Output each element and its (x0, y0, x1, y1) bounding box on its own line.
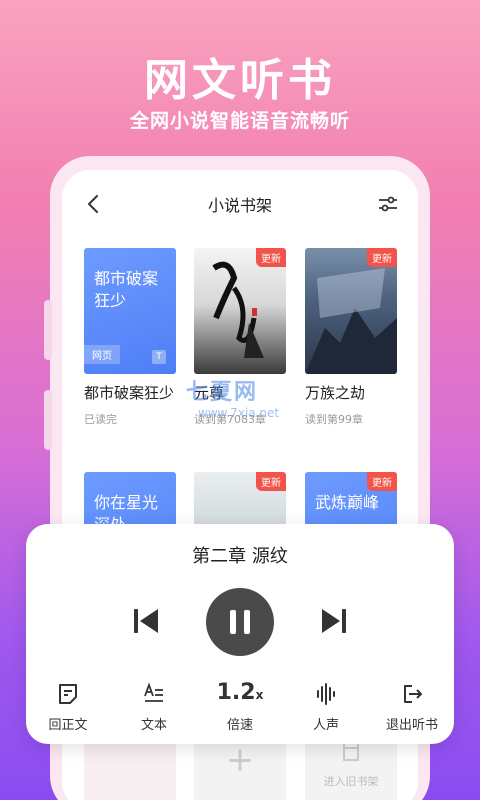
hero-title: 网文听书 (144, 55, 336, 106)
chapter-title: 第二章 源纹 (192, 546, 288, 567)
watermark-url: www.7xia.net (198, 406, 280, 420)
back-to-text-button[interactable]: 回正文 (32, 680, 104, 733)
old-shelf-label: 进入旧书架 (323, 775, 379, 788)
cover-title: 都市破案狂少 (94, 269, 159, 310)
exit-listen-button[interactable]: 退出听书 (376, 680, 448, 733)
tool-label: 人声 (312, 718, 339, 733)
pause-button[interactable] (206, 588, 274, 656)
update-badge: 更新 (256, 248, 286, 267)
pause-icon (230, 610, 250, 634)
voice-button[interactable]: 人声 (290, 680, 362, 733)
previous-chapter-icon[interactable] (130, 604, 164, 638)
phone-side-button (44, 390, 52, 450)
reading-status: 已读完 (84, 413, 117, 426)
book-cover[interactable]: 都市破案狂少 网页 T (84, 248, 176, 374)
tool-label: 文本 (140, 718, 167, 733)
exit-icon (404, 685, 422, 703)
text-button[interactable]: 文本 (118, 680, 190, 733)
filter-settings-icon[interactable] (376, 192, 400, 216)
book-item[interactable]: 都市破案狂少 网页 T 都市破案狂少 已读完 (84, 248, 176, 427)
tool-label: 退出听书 (385, 718, 438, 733)
voice-wave-icon (317, 683, 335, 705)
web-source-tag: 网页 (84, 345, 120, 364)
tool-label: 倍速 (226, 718, 253, 733)
book-title: 都市破案狂少 (84, 384, 175, 402)
next-chapter-icon[interactable] (316, 604, 350, 638)
text-icon (144, 682, 163, 702)
audio-player-panel: 第二章 源纹 回正文 文本 1.2x 倍速 人声 退出听书 (26, 524, 454, 744)
update-badge: 更新 (367, 472, 397, 491)
watermark-text: 七夏网 (186, 380, 259, 405)
book-cover[interactable]: 更新 (194, 248, 286, 374)
book-title: 万族之劫 (305, 384, 366, 402)
text-format-icon: T (152, 350, 166, 364)
book-item[interactable]: 更新 万族之劫 读到第99章 (305, 248, 397, 427)
speed-button[interactable]: 1.2x 倍速 (204, 680, 276, 733)
update-badge: 更新 (256, 472, 286, 491)
reading-status: 读到第99章 (305, 413, 363, 426)
tool-label: 回正文 (48, 718, 88, 733)
nav-bar: 小说书架 (62, 170, 418, 236)
hero-subtitle: 全网小说智能语音流畅听 (129, 110, 350, 132)
cover-title: 武炼巅峰 (315, 493, 380, 512)
phone-side-button (44, 300, 52, 360)
note-icon (59, 684, 77, 704)
page-title: 小说书架 (207, 196, 272, 215)
book-cover[interactable]: 更新 (305, 248, 397, 374)
speed-value: 1.2x (216, 680, 264, 705)
update-badge: 更新 (367, 248, 397, 267)
add-icon: + (225, 740, 255, 780)
